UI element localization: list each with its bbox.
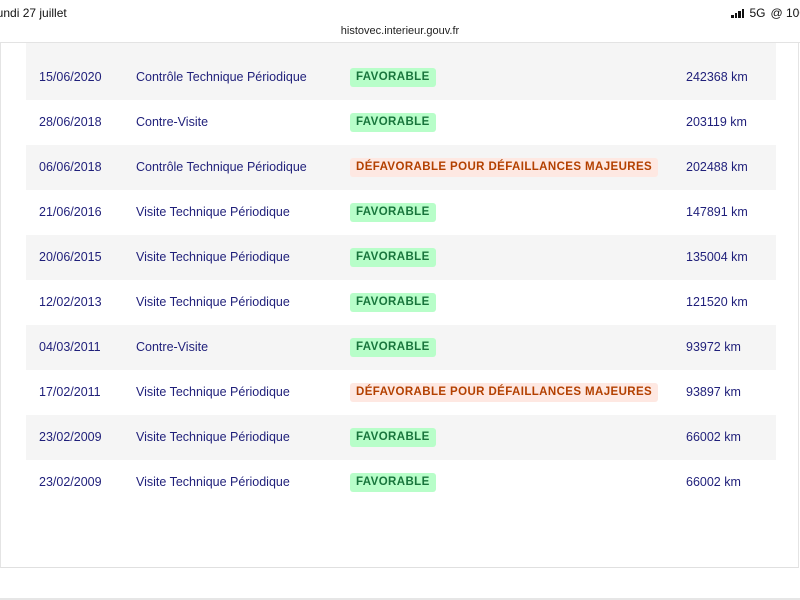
url-text: histovec.interieur.gouv.fr xyxy=(340,25,460,37)
battery-label: @ 100 xyxy=(770,6,800,20)
control-date: 28/06/2018 xyxy=(39,115,102,129)
control-date: 06/06/2018 xyxy=(39,160,102,174)
network-label: 5G xyxy=(749,6,766,20)
control-type: Visite Technique Périodique xyxy=(136,430,290,444)
result-cell: DÉFAVORABLE POUR DÉFAILLANCES MAJEURES xyxy=(350,370,659,415)
table-row: 28/06/2018 Contre-Visite FAVORABLE 203119 k… xyxy=(26,100,776,145)
table-row: 12/02/2013 Visite Technique Périodique FAV… xyxy=(26,280,776,325)
mileage: 135004 km xyxy=(686,250,748,264)
table-row: 17/02/2011 Visite Technique Périodique DÉF… xyxy=(26,370,776,415)
result-badge: FAVORABLE xyxy=(350,203,436,223)
result-badge: FAVORABLE xyxy=(350,338,436,358)
result-badge: FAVORABLE xyxy=(350,473,436,493)
result-cell: FAVORABLE xyxy=(350,235,436,280)
control-date: 23/02/2009 xyxy=(39,430,102,444)
technical-control-table: 15/06/2020 Contrôle Technique Périodique F… xyxy=(26,43,776,505)
control-type: Visite Technique Périodique xyxy=(136,295,290,309)
result-cell: FAVORABLE xyxy=(350,190,436,235)
table-row: 15/06/2020 Contrôle Technique Périodique F… xyxy=(26,55,776,100)
table-row: 20/06/2015 Visite Technique Périodique FAV… xyxy=(26,235,776,280)
control-type: Contrôle Technique Périodique xyxy=(136,160,307,174)
result-badge: DÉFAVORABLE POUR DÉFAILLANCES MAJEURES xyxy=(350,158,659,178)
control-type: Visite Technique Périodique xyxy=(136,250,290,264)
table-row: 04/03/2011 Contre-Visite FAVORABLE 93972 km xyxy=(26,325,776,370)
mileage: 147891 km xyxy=(686,205,748,219)
control-type: Visite Technique Périodique xyxy=(136,475,290,489)
signal-icon xyxy=(731,8,745,18)
mileage: 242368 km xyxy=(686,70,748,84)
control-type: Contre-Visite xyxy=(136,340,209,354)
mileage: 93972 km xyxy=(686,340,741,354)
result-badge: FAVORABLE xyxy=(350,68,436,88)
result-cell: FAVORABLE xyxy=(350,55,436,100)
control-date: 23/02/2009 xyxy=(39,475,102,489)
control-date: 21/06/2016 xyxy=(39,205,102,219)
control-type: Visite Technique Périodique xyxy=(136,205,290,219)
table-row-partial xyxy=(26,43,776,55)
result-cell: FAVORABLE xyxy=(350,460,436,505)
result-badge: FAVORABLE xyxy=(350,248,436,268)
mileage: 202488 km xyxy=(686,160,748,174)
control-date: 04/03/2011 xyxy=(39,340,101,354)
address-bar[interactable]: histovec.interieur.gouv.fr xyxy=(0,22,800,42)
status-indicators: 5G @ 100 xyxy=(731,6,800,20)
table-row: 23/02/2009 Visite Technique Périodique FAV… xyxy=(26,415,776,460)
mileage: 93897 km xyxy=(686,385,741,399)
table-row: 06/06/2018 Contrôle Technique Périodique D… xyxy=(26,145,776,190)
mileage: 203119 km xyxy=(686,115,747,129)
status-date: lundi 27 juillet xyxy=(0,6,67,20)
result-cell: FAVORABLE xyxy=(350,280,436,325)
control-date: 12/02/2013 xyxy=(39,295,102,309)
result-cell: DÉFAVORABLE POUR DÉFAILLANCES MAJEURES xyxy=(350,145,659,190)
table-row: 21/06/2016 Visite Technique Périodique FAV… xyxy=(26,190,776,235)
control-date: 20/06/2015 xyxy=(39,250,102,264)
mileage: 66002 km xyxy=(686,430,741,444)
control-date: 15/06/2020 xyxy=(39,70,102,84)
history-panel: 15/06/2020 Contrôle Technique Périodique F… xyxy=(0,43,799,568)
result-badge: DÉFAVORABLE POUR DÉFAILLANCES MAJEURES xyxy=(350,383,659,403)
mileage: 66002 km xyxy=(686,475,741,489)
result-cell: FAVORABLE xyxy=(350,415,436,460)
control-type: Contrôle Technique Périodique xyxy=(136,70,307,84)
mileage: 121520 km xyxy=(686,295,748,309)
result-badge: FAVORABLE xyxy=(350,293,436,313)
control-type: Contre-Visite xyxy=(136,115,209,129)
control-type: Visite Technique Périodique xyxy=(136,385,290,399)
result-badge: FAVORABLE xyxy=(350,113,436,133)
result-cell: FAVORABLE xyxy=(350,100,436,145)
table-row: 23/02/2009 Visite Technique Périodique FAV… xyxy=(26,460,776,505)
result-badge: FAVORABLE xyxy=(350,428,436,448)
status-bar: lundi 27 juillet 5G @ 100 xyxy=(0,0,800,22)
result-cell: FAVORABLE xyxy=(350,325,436,370)
control-date: 17/02/2011 xyxy=(39,385,101,399)
